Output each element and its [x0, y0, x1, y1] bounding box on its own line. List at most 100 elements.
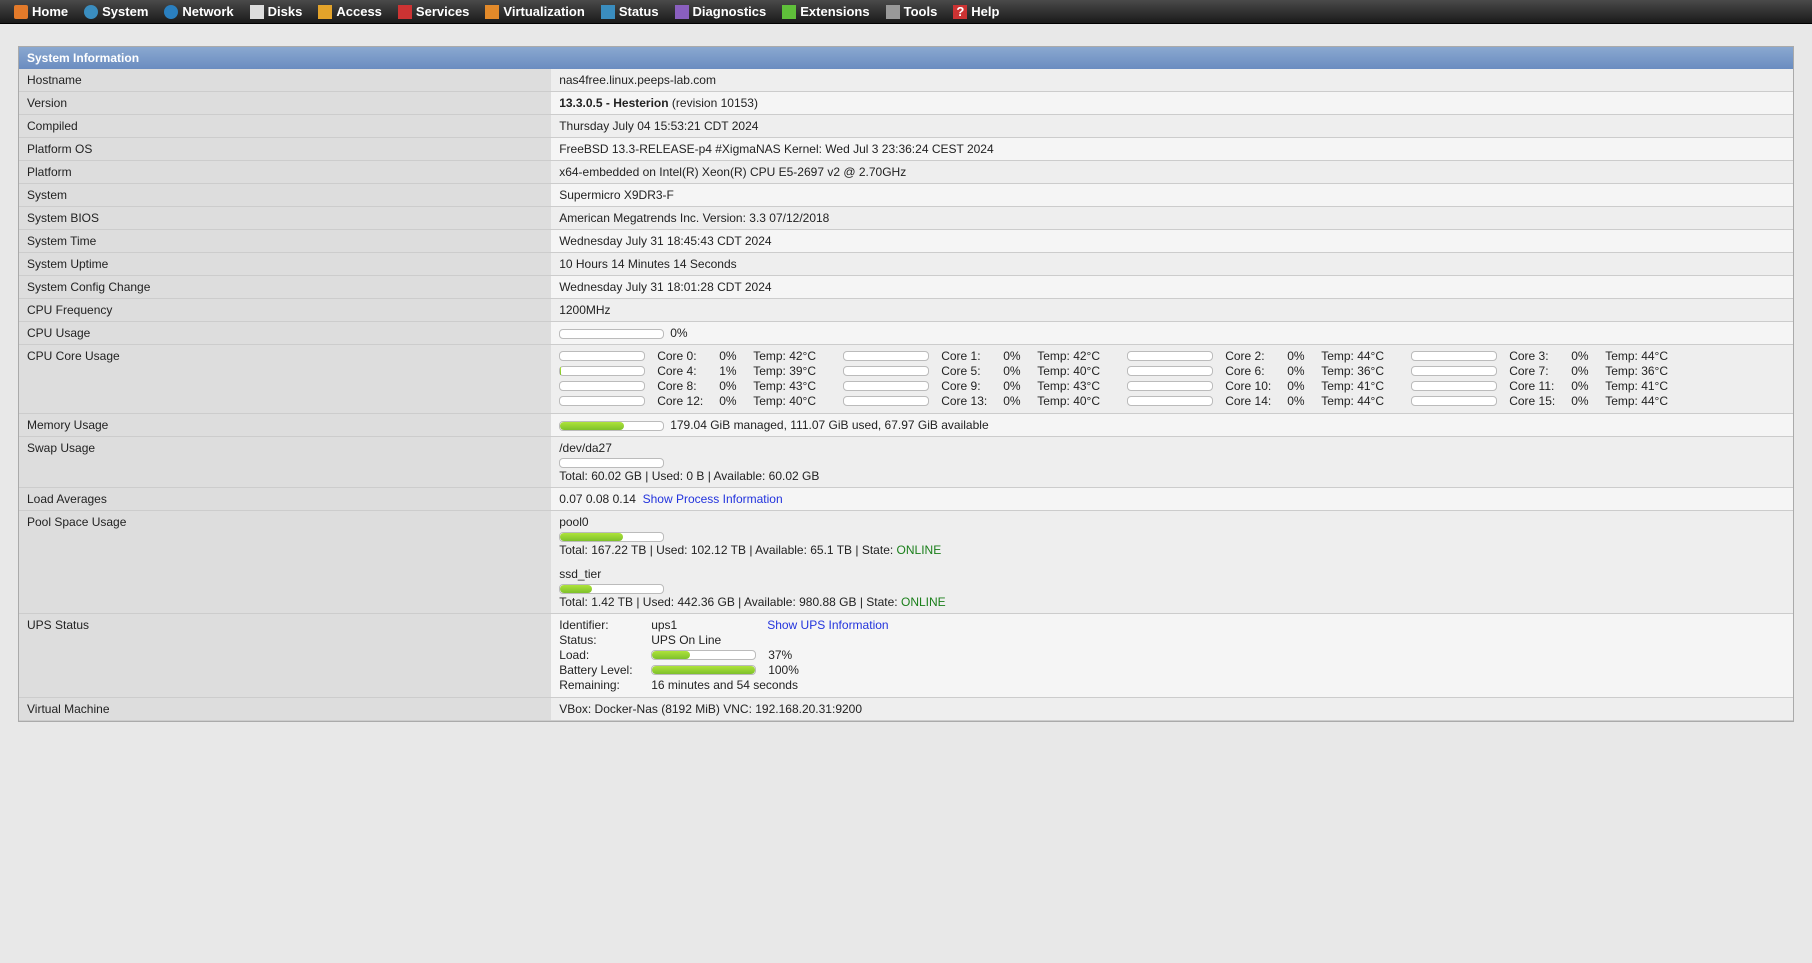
row-platformos-label: Platform OS: [19, 138, 551, 161]
core-7: Core 7:0%Temp: 36°C: [1411, 364, 1695, 378]
extensions-icon: [782, 5, 796, 19]
row-coreusage-label: CPU Core Usage: [19, 345, 551, 414]
row-platform-label: Platform: [19, 161, 551, 184]
row-version-value: 13.3.0.5 - Hesterion (revision 10153): [551, 92, 1793, 115]
pool-bar: [559, 532, 664, 542]
core-bar: [559, 396, 645, 406]
core-bar: [559, 351, 645, 361]
nav-services[interactable]: Services: [392, 2, 476, 21]
core-bar: [843, 381, 929, 391]
row-hostname-label: Hostname: [19, 69, 551, 92]
core-13: Core 13:0%Temp: 40°C: [843, 394, 1127, 408]
row-bios-label: System BIOS: [19, 207, 551, 230]
row-memory-value: 179.04 GiB managed, 111.07 GiB used, 67.…: [551, 414, 1793, 437]
row-vm-value: VBox: Docker-Nas (8192 MiB) VNC: 192.168…: [551, 698, 1793, 721]
core-bar: [843, 351, 929, 361]
row-compiled-value: Thursday July 04 15:53:21 CDT 2024: [551, 115, 1793, 138]
ups-load-bar: [651, 650, 756, 660]
row-time-label: System Time: [19, 230, 551, 253]
nav-help[interactable]: ?Help: [947, 2, 1005, 21]
row-ups-value: Identifier:ups1Show UPS Information Stat…: [551, 614, 1793, 698]
core-8: Core 8:0%Temp: 43°C: [559, 379, 843, 393]
disks-icon: [250, 5, 264, 19]
ups-batt-bar: [651, 665, 756, 675]
row-cpuusage-value: 0%: [551, 322, 1793, 345]
nav-diagnostics[interactable]: Diagnostics: [669, 2, 773, 21]
nav-home[interactable]: Home: [8, 2, 74, 21]
nav-network[interactable]: Network: [158, 2, 239, 21]
nav-extensions[interactable]: Extensions: [776, 2, 875, 21]
core-bar: [843, 396, 929, 406]
core-2: Core 2:0%Temp: 44°C: [1127, 349, 1411, 363]
row-system-value: Supermicro X9DR3-F: [551, 184, 1793, 207]
network-icon: [164, 5, 178, 19]
row-platformos-value: FreeBSD 13.3-RELEASE-p4 #XigmaNAS Kernel…: [551, 138, 1793, 161]
show-process-info-link[interactable]: Show Process Information: [643, 492, 783, 506]
row-platform-value: x64-embedded on Intel(R) Xeon(R) CPU E5-…: [551, 161, 1793, 184]
row-swap-label: Swap Usage: [19, 437, 551, 488]
tools-icon: [886, 5, 900, 19]
row-uptime-label: System Uptime: [19, 253, 551, 276]
memory-bar: [559, 421, 664, 431]
core-3: Core 3:0%Temp: 44°C: [1411, 349, 1695, 363]
pool-state: ONLINE: [901, 595, 946, 609]
core-bar: [1411, 396, 1497, 406]
pool-state: ONLINE: [897, 543, 942, 557]
virtualization-icon: [485, 5, 499, 19]
nav-virtualization[interactable]: Virtualization: [479, 2, 590, 21]
row-coreusage-value: Core 0:0%Temp: 42°CCore 1:0%Temp: 42°CCo…: [551, 345, 1793, 414]
core-14: Core 14:0%Temp: 44°C: [1127, 394, 1411, 408]
system-info-panel: System Information Hostnamenas4free.linu…: [18, 46, 1794, 722]
row-version-label: Version: [19, 92, 551, 115]
pool-ssd_tier: ssd_tierTotal: 1.42 TB | Used: 442.36 GB…: [559, 567, 1785, 609]
info-table: Hostnamenas4free.linux.peeps-lab.com Ver…: [19, 69, 1793, 721]
core-bar: [843, 366, 929, 376]
help-icon: ?: [953, 5, 967, 19]
swap-bar: [559, 458, 664, 468]
row-vm-label: Virtual Machine: [19, 698, 551, 721]
row-freq-value: 1200MHz: [551, 299, 1793, 322]
pool-pool0: pool0Total: 167.22 TB | Used: 102.12 TB …: [559, 515, 1785, 557]
nav-status[interactable]: Status: [595, 2, 665, 21]
panel-title: System Information: [19, 47, 1793, 69]
nav-access[interactable]: Access: [312, 2, 388, 21]
home-icon: [14, 5, 28, 19]
row-swap-value: /dev/da27Total: 60.02 GB | Used: 0 B | A…: [551, 437, 1793, 488]
row-time-value: Wednesday July 31 18:45:43 CDT 2024: [551, 230, 1793, 253]
row-compiled-label: Compiled: [19, 115, 551, 138]
row-cpuusage-label: CPU Usage: [19, 322, 551, 345]
row-system-label: System: [19, 184, 551, 207]
row-load-value: 0.07 0.08 0.14 Show Process Information: [551, 488, 1793, 511]
services-icon: [398, 5, 412, 19]
pool-bar: [559, 584, 664, 594]
row-hostname-value: nas4free.linux.peeps-lab.com: [551, 69, 1793, 92]
row-freq-label: CPU Frequency: [19, 299, 551, 322]
nav-tools[interactable]: Tools: [880, 2, 944, 21]
core-bar: [1411, 381, 1497, 391]
cpu-usage-bar: [559, 329, 664, 339]
core-9: Core 9:0%Temp: 43°C: [843, 379, 1127, 393]
row-config-label: System Config Change: [19, 276, 551, 299]
row-uptime-value: 10 Hours 14 Minutes 14 Seconds: [551, 253, 1793, 276]
row-memory-label: Memory Usage: [19, 414, 551, 437]
core-4: Core 4:1%Temp: 39°C: [559, 364, 843, 378]
row-load-label: Load Averages: [19, 488, 551, 511]
core-bar: [1127, 351, 1213, 361]
core-10: Core 10:0%Temp: 41°C: [1127, 379, 1411, 393]
core-0: Core 0:0%Temp: 42°C: [559, 349, 843, 363]
core-bar: [1411, 366, 1497, 376]
core-5: Core 5:0%Temp: 40°C: [843, 364, 1127, 378]
core-12: Core 12:0%Temp: 40°C: [559, 394, 843, 408]
show-ups-info-link[interactable]: Show UPS Information: [767, 618, 888, 632]
core-11: Core 11:0%Temp: 41°C: [1411, 379, 1695, 393]
row-pool-value: pool0Total: 167.22 TB | Used: 102.12 TB …: [551, 511, 1793, 614]
core-1: Core 1:0%Temp: 42°C: [843, 349, 1127, 363]
nav-disks[interactable]: Disks: [244, 2, 309, 21]
system-icon: [84, 5, 98, 19]
row-pool-label: Pool Space Usage: [19, 511, 551, 614]
core-bar: [1127, 366, 1213, 376]
row-bios-value: American Megatrends Inc. Version: 3.3 07…: [551, 207, 1793, 230]
row-ups-label: UPS Status: [19, 614, 551, 698]
nav-system[interactable]: System: [78, 2, 154, 21]
core-6: Core 6:0%Temp: 36°C: [1127, 364, 1411, 378]
